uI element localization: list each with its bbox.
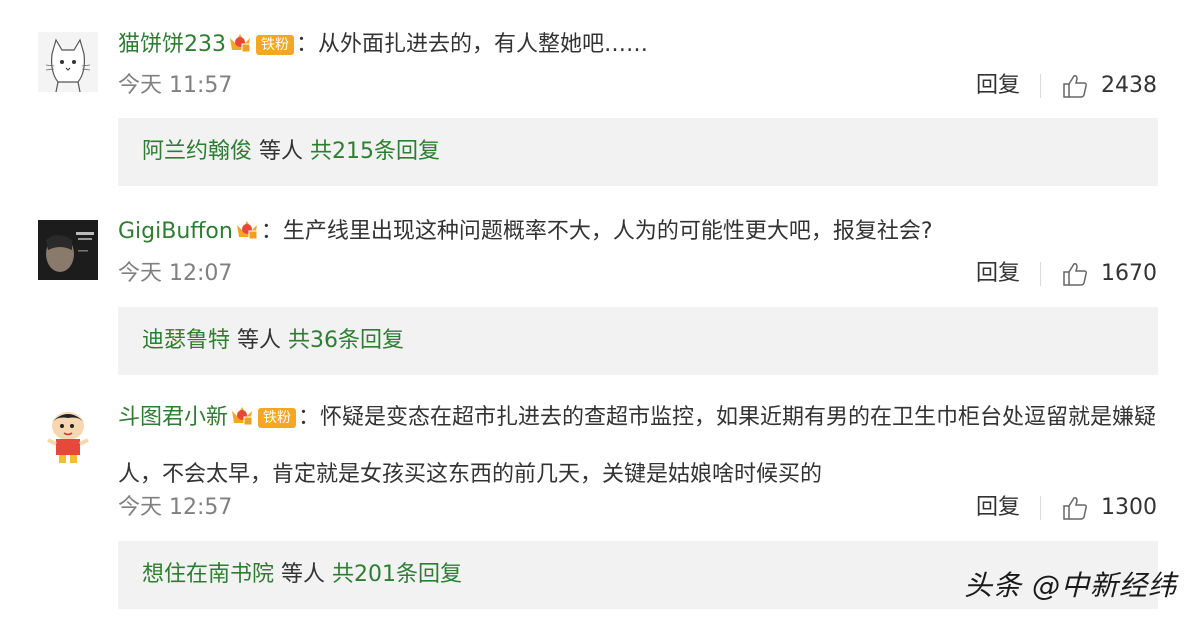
crown-vip-icon: [228, 30, 252, 62]
comment-actions: 回复 2438: [976, 72, 1157, 100]
comment-text: 从外面扎进去的，有人整她吧……: [318, 32, 649, 57]
colon: ：: [298, 405, 321, 430]
comment-line: 斗图君小新 铁粉 ：怀疑是变态在超市扎进去的查超市监控，如果近期有男的在卫生巾柜台处…: [118, 391, 1163, 502]
divider: [1040, 496, 1041, 520]
like-count: 2438: [1101, 73, 1157, 98]
like-count: 1670: [1101, 261, 1157, 286]
reply-button[interactable]: 回复: [976, 494, 1020, 522]
comment-line: 猫饼饼233 铁粉 ：从外面扎进去的，有人整她吧……: [118, 30, 648, 62]
reply-total-link[interactable]: 共215条回复: [310, 139, 440, 164]
comment-text: 生产线里出现这种问题概率不大，人为的可能性更大吧，报复社会?: [282, 219, 933, 244]
divider: [1040, 262, 1041, 286]
colon: ：: [296, 32, 319, 57]
comment-line: GigiBuffon ：生产线里出现这种问题概率不大，人为的可能性更大吧，报复社会…: [118, 217, 933, 249]
comment-time: 今天 11:57: [118, 73, 233, 98]
username[interactable]: 猫饼饼233: [118, 32, 226, 57]
comment-actions: 回复 1300: [976, 494, 1157, 522]
username[interactable]: GigiBuffon: [118, 219, 233, 244]
reply-button[interactable]: 回复: [976, 260, 1020, 288]
thumbs-up-icon[interactable]: [1061, 260, 1089, 288]
cartoon-avatar-icon: [38, 406, 98, 466]
comment-time: 今天 12:07: [118, 261, 233, 286]
reply-user-link[interactable]: 迪瑟鲁特: [142, 328, 230, 353]
thumbs-up-icon[interactable]: [1061, 72, 1089, 100]
reply-button[interactable]: 回复: [976, 72, 1020, 100]
reply-mid-text: 等人: [230, 328, 289, 353]
reply-mid-text: 等人: [274, 562, 333, 587]
reply-total-link[interactable]: 共36条回复: [288, 328, 404, 353]
watermark: 头条 @中新经纬: [964, 569, 1177, 602]
fan-badge: 铁粉: [258, 408, 297, 428]
like-count: 1300: [1101, 495, 1157, 520]
reply-user-link[interactable]: 想住在南书院: [142, 562, 274, 587]
reply-user-link[interactable]: 阿兰约翰俊: [142, 139, 252, 164]
comment-time: 今天 12:57: [118, 495, 233, 520]
crown-vip-icon: [235, 217, 259, 249]
cat-avatar-icon: [38, 32, 98, 92]
avatar[interactable]: [38, 32, 98, 92]
divider: [1040, 74, 1041, 98]
fan-badge: 铁粉: [256, 35, 294, 55]
replies-summary[interactable]: 阿兰约翰俊 等人 共215条回复: [118, 118, 1158, 186]
avatar[interactable]: [38, 220, 98, 280]
reply-total-link[interactable]: 共201条回复: [332, 562, 462, 587]
username[interactable]: 斗图君小新: [118, 405, 228, 430]
crown-vip-icon: [230, 394, 254, 448]
reply-mid-text: 等人: [252, 139, 311, 164]
replies-summary[interactable]: 迪瑟鲁特 等人 共36条回复: [118, 307, 1158, 375]
colon: ：: [260, 219, 283, 244]
person-avatar-icon: [38, 220, 98, 280]
avatar[interactable]: [38, 406, 98, 466]
comment-actions: 回复 1670: [976, 260, 1157, 288]
thumbs-up-icon[interactable]: [1061, 494, 1089, 522]
